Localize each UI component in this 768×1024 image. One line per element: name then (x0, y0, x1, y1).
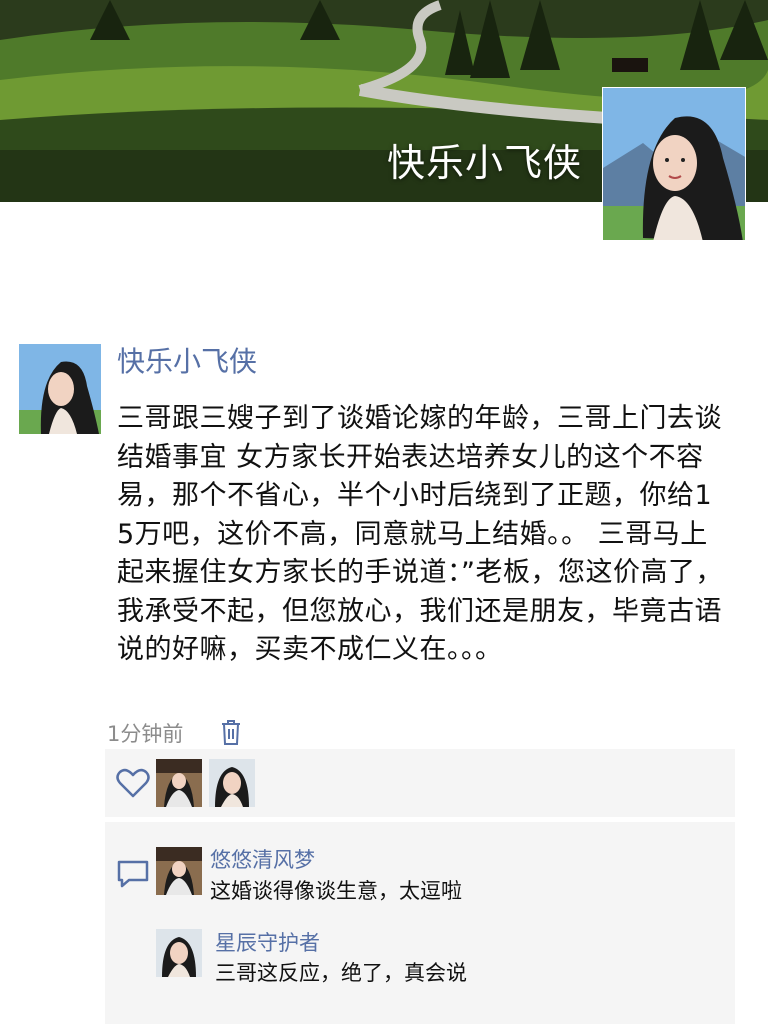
comment-text: 这婚谈得像谈生意，太逗啦 (210, 879, 462, 903)
cover-username: 快乐小飞侠 (386, 141, 582, 185)
woman-portrait-avatar-icon (603, 88, 745, 240)
moments-page: 快乐小飞侠 快乐小飞侠 三哥跟三嫂子到了谈婚论嫁的年龄，三哥上门去谈结婚事宜 女… (0, 0, 768, 1024)
like-avatar[interactable] (156, 759, 202, 807)
woman-portrait-avatar-icon (209, 759, 255, 807)
likes-panel (105, 749, 735, 817)
post-timestamp: 1分钟前 (107, 722, 184, 746)
girl-costume-avatar-icon (156, 847, 202, 895)
post-text: 三哥跟三嫂子到了谈婚论嫁的年龄，三哥上门去谈结婚事宜 女方家长开始表达培养女儿的… (117, 403, 723, 665)
comment-icon (113, 854, 153, 894)
post-author-name[interactable]: 快乐小飞侠 (117, 340, 257, 380)
comment-avatar[interactable] (156, 847, 202, 895)
woman-portrait-avatar-icon (19, 344, 101, 434)
comment-text: 三哥这反应，绝了，真会说 (215, 961, 467, 985)
heart-icon[interactable] (113, 763, 153, 803)
woman-portrait-avatar-icon (156, 929, 202, 977)
like-avatar[interactable] (209, 759, 255, 807)
trash-icon[interactable] (220, 718, 242, 746)
post-author-avatar[interactable] (19, 344, 101, 434)
comment-username[interactable]: 悠悠清风梦 (210, 844, 315, 874)
comments-panel: 悠悠清风梦 这婚谈得像谈生意，太逗啦 星辰守护者 三哥这反应，绝了，真会说 (105, 822, 735, 1024)
cover-avatar[interactable] (602, 87, 746, 241)
comment-username[interactable]: 星辰守护者 (215, 927, 320, 957)
girl-costume-avatar-icon (156, 759, 202, 807)
comment-avatar[interactable] (156, 929, 202, 977)
